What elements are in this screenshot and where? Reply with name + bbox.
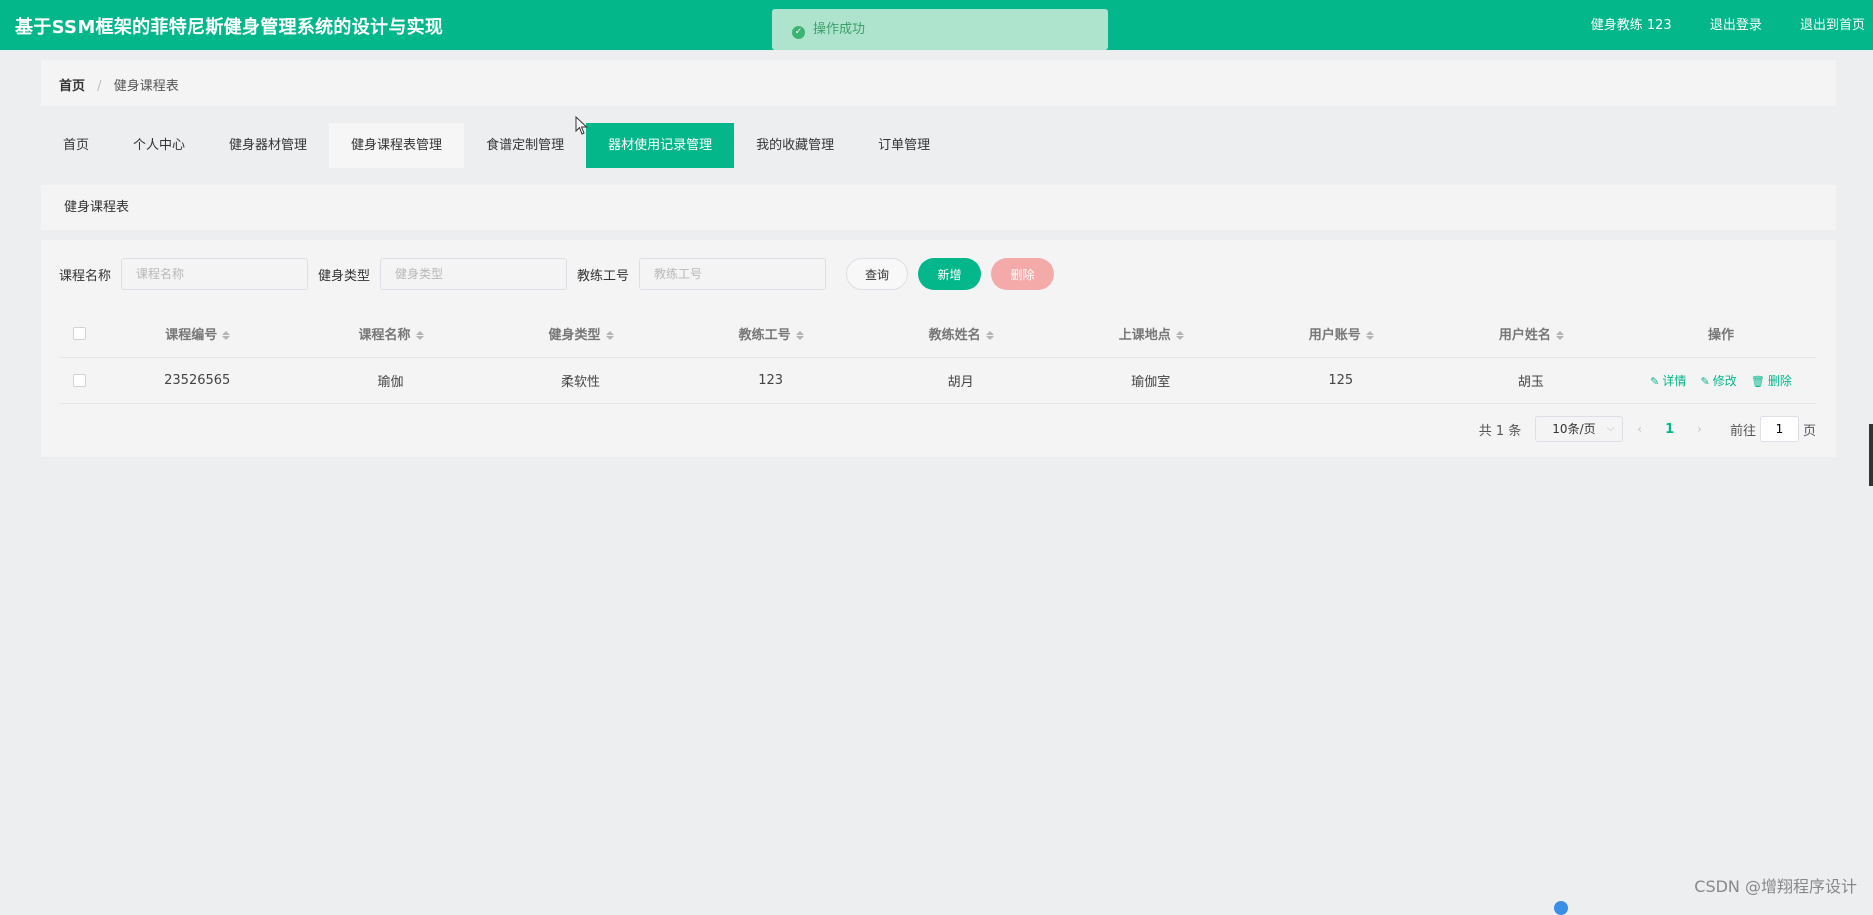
cell-course-id: 23526565 [99,357,295,403]
query-button[interactable]: 查询 [846,258,908,290]
exit-to-home-link[interactable]: 退出到首页 [1800,18,1865,33]
sort-icon[interactable] [1556,331,1563,340]
mouse-cursor-icon [575,116,589,136]
table-row: 23526565 瑜伽 柔软性 123 胡月 瑜伽室 125 胡玉 ✎详情 ✎修… [59,357,1816,403]
cell-actions: ✎详情 ✎修改 🗑删除 [1626,357,1816,403]
col-user-name[interactable]: 用户姓名 [1436,310,1626,357]
top-links: 健身教练 123 退出登录 退出到首页 [1557,14,1865,33]
floating-dot-icon [1554,901,1568,915]
col-fitness-type[interactable]: 健身类型 [486,310,676,357]
course-name-label: 课程名称 [59,265,111,284]
breadcrumb-separator: / [97,79,101,94]
col-course-id[interactable]: 课程编号 [99,310,295,357]
nav-item-personal-center[interactable]: 个人中心 [111,123,207,168]
check-circle-icon: ✓ [792,26,805,39]
nav-item-diet-plan[interactable]: 食谱定制管理 [464,123,586,168]
logout-link[interactable]: 退出登录 [1710,18,1762,33]
batch-delete-button[interactable]: 删除 [991,258,1054,290]
sort-icon[interactable] [1176,331,1183,340]
nav-item-equipment-usage[interactable]: 器材使用记录管理 [586,123,734,168]
nav-item-course-schedule[interactable]: 健身课程表管理 [329,123,464,168]
goto-page-input[interactable] [1760,416,1799,442]
edit-pen-icon: ✎ [1650,375,1659,388]
trash-icon: 🗑 [1751,375,1765,388]
select-all-cell [59,310,99,357]
cell-fitness-type: 柔软性 [486,357,676,403]
nav-item-equipment[interactable]: 健身器材管理 [207,123,329,168]
cell-coach-name: 胡月 [866,357,1056,403]
course-name-input[interactable] [121,258,308,290]
sort-icon[interactable] [796,331,803,340]
fitness-type-input[interactable] [380,258,567,290]
page-unit-label: 页 [1803,420,1816,439]
fitness-type-label: 健身类型 [318,265,370,284]
sort-icon[interactable] [1366,331,1373,340]
nav-item-home[interactable]: 首页 [41,123,111,168]
watermark: CSDN @增翔程序设计 [1694,873,1857,897]
goto-label: 前往 [1730,420,1756,439]
cell-coach-id: 123 [676,357,866,403]
sort-icon[interactable] [606,331,613,340]
add-button[interactable]: 新增 [918,258,981,290]
breadcrumb-current: 健身课程表 [114,79,179,94]
cell-user-name: 胡玉 [1436,357,1626,403]
coach-id-label: 教练工号 [577,265,629,284]
breadcrumb-home[interactable]: 首页 [59,79,85,94]
current-user-label: 健身教练 123 [1591,18,1672,33]
edit-action[interactable]: ✎修改 [1701,374,1737,388]
next-page-icon[interactable]: › [1697,422,1702,436]
sort-icon[interactable] [222,331,229,340]
search-form: 课程名称 健身类型 教练工号 查询 新增 删除 [59,258,1054,290]
row-checkbox[interactable] [73,374,86,387]
toast-message: 操作成功 [813,22,865,37]
cell-course-name: 瑜伽 [295,357,485,403]
coach-id-input[interactable] [639,258,826,290]
col-user-account[interactable]: 用户账号 [1246,310,1436,357]
table-header-row: 课程编号 课程名称 健身类型 教练工号 教练姓名 上课地点 用户账号 用户姓名 … [59,310,1816,357]
cell-location: 瑜伽室 [1056,357,1246,403]
breadcrumb: 首页 / 健身课程表 [41,60,1836,106]
page-number[interactable]: 1 [1665,422,1674,437]
prev-page-icon[interactable]: ‹ [1637,422,1642,436]
sort-icon[interactable] [986,331,993,340]
page-size-select[interactable]: 10条/页 ⌵ [1535,416,1623,442]
select-all-checkbox[interactable] [73,327,86,340]
scrollbar-thumb[interactable] [1869,424,1873,486]
col-coach-id[interactable]: 教练工号 [676,310,866,357]
col-coach-name[interactable]: 教练姓名 [866,310,1056,357]
delete-action[interactable]: 🗑删除 [1751,374,1792,388]
pagination: 共 1 条 10条/页 ⌵ ‹ 1 › 前往 页 [1479,416,1816,442]
nav-item-orders[interactable]: 订单管理 [856,123,952,168]
pagination-total: 共 1 条 [1479,420,1522,439]
chevron-down-icon: ⌵ [1607,417,1615,441]
edit-pen-icon: ✎ [1701,375,1710,388]
course-table-panel: 课程名称 健身类型 教练工号 查询 新增 删除 课程编号 课程名称 健身类型 教… [41,240,1836,457]
col-actions: 操作 [1626,310,1816,357]
nav-item-favorites[interactable]: 我的收藏管理 [734,123,856,168]
sort-icon[interactable] [416,331,423,340]
main-nav: 首页 个人中心 健身器材管理 健身课程表管理 食谱定制管理 器材使用记录管理 我… [41,123,952,168]
page-size-value: 10条/页 [1552,422,1595,436]
detail-action[interactable]: ✎详情 [1650,374,1686,388]
col-location[interactable]: 上课地点 [1056,310,1246,357]
course-table: 课程编号 课程名称 健身类型 教练工号 教练姓名 上课地点 用户账号 用户姓名 … [59,310,1816,404]
cell-user-account: 125 [1246,357,1436,403]
col-course-name[interactable]: 课程名称 [295,310,485,357]
success-toast: ✓ 操作成功 [772,9,1108,50]
app-title: 基于SSM框架的菲特尼斯健身管理系统的设计与实现 [15,13,443,39]
row-select-cell [59,357,99,403]
panel-title: 健身课程表 [41,185,1836,230]
